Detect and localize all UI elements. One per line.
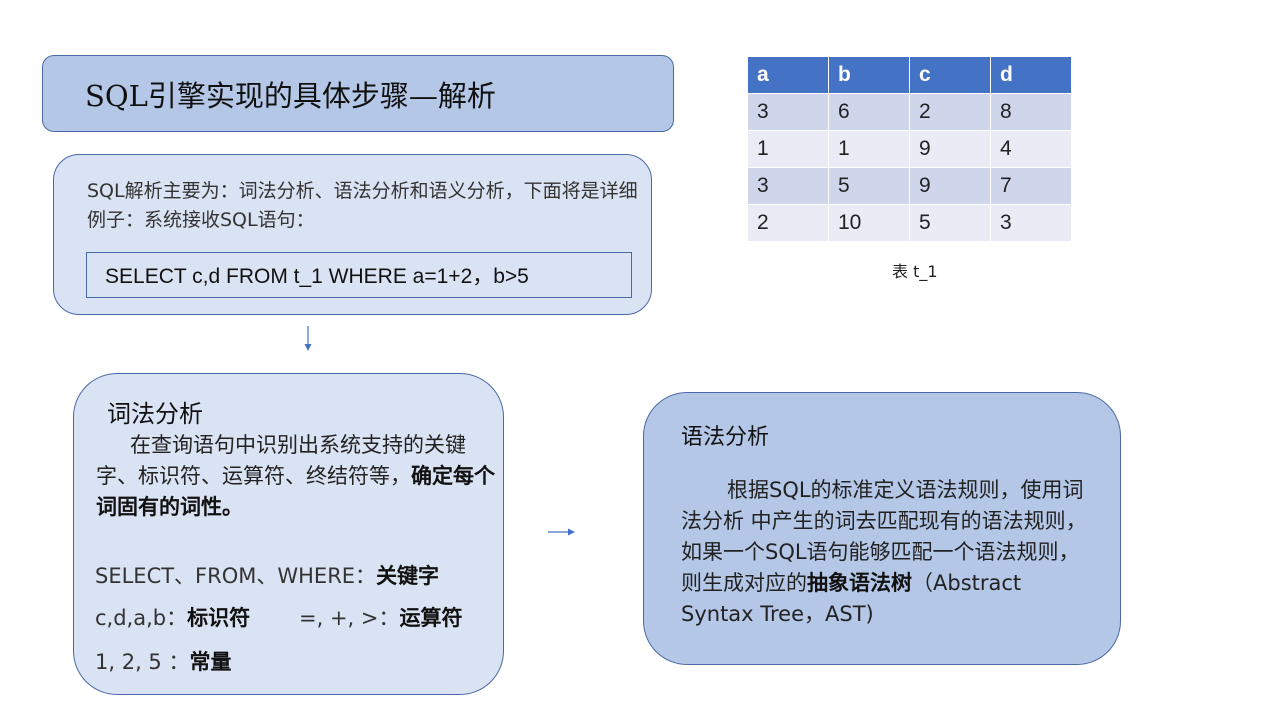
table-cell: 9 bbox=[909, 167, 991, 205]
table-cell: 3 bbox=[747, 93, 829, 131]
keyword-example-terms: SELECT、FROM、WHERE： bbox=[95, 564, 377, 588]
table-header-row: a b c d bbox=[747, 56, 1072, 94]
table-cell: 3 bbox=[747, 167, 829, 205]
arrow-right-icon bbox=[548, 528, 575, 536]
identifier-example: c,d,a,b：标识符 bbox=[95, 602, 250, 632]
table-header-cell: b bbox=[828, 56, 910, 94]
table-cell: 1 bbox=[828, 130, 910, 168]
operator-example-terms: =, +, >： bbox=[299, 606, 400, 630]
sql-statement-box: SELECT c,d FROM t_1 WHERE a=1+2，b>5 bbox=[86, 252, 632, 298]
operator-example: =, +, >：运算符 bbox=[299, 602, 463, 632]
table-caption: 表 t_1 bbox=[892, 262, 938, 281]
identifier-example-label: 标识符 bbox=[187, 606, 251, 630]
syntax-analysis-box: 语法分析 根据SQL的标准定义语法规则，使用词法分析 中产生的词去匹配现有的语法… bbox=[643, 392, 1121, 665]
slide-title: SQL引擎实现的具体步骤—解析 bbox=[85, 78, 496, 113]
table-cell: 9 bbox=[909, 130, 991, 168]
table-row: 3 6 2 8 bbox=[747, 93, 1072, 131]
lexical-analysis-box: 词法分析 在查询语句中识别出系统支持的关键字、标识符、运算符、终结符等，确定每个… bbox=[73, 373, 504, 695]
table-cell: 7 bbox=[990, 167, 1072, 205]
table-t1: a b c d 3 6 2 8 1 1 9 4 3 5 9 7 2 10 5 3 bbox=[747, 56, 1072, 242]
intro-box: SQL解析主要为：词法分析、语法分析和语义分析，下面将是详细例子：系统接收SQL… bbox=[53, 154, 652, 315]
identifier-example-terms: c,d,a,b： bbox=[95, 606, 188, 630]
table-cell: 1 bbox=[747, 130, 829, 168]
constant-example-label: 常量 bbox=[189, 650, 232, 674]
syntax-description: 根据SQL的标准定义语法规则，使用词法分析 中产生的词去匹配现有的语法规则，如果… bbox=[681, 475, 1093, 630]
intro-text: SQL解析主要为：词法分析、语法分析和语义分析，下面将是详细例子：系统接收SQL… bbox=[87, 180, 638, 231]
operator-example-label: 运算符 bbox=[399, 606, 463, 630]
table-cell: 4 bbox=[990, 130, 1072, 168]
table-cell: 8 bbox=[990, 93, 1072, 131]
table-header-cell: a bbox=[747, 56, 829, 94]
slide-title-box: SQL引擎实现的具体步骤—解析 bbox=[42, 55, 674, 132]
arrow-down-icon bbox=[304, 326, 312, 351]
table-header-cell: d bbox=[990, 56, 1072, 94]
table-cell: 2 bbox=[909, 93, 991, 131]
table-cell: 3 bbox=[990, 204, 1072, 242]
syntax-heading: 语法分析 bbox=[681, 425, 770, 450]
table-row: 3 5 9 7 bbox=[747, 167, 1072, 205]
table-cell: 6 bbox=[828, 93, 910, 131]
table-cell: 5 bbox=[909, 204, 991, 242]
lexical-heading: 词法分析 bbox=[107, 400, 203, 428]
syntax-description-emphasis: 抽象语法树 bbox=[807, 571, 912, 595]
keyword-example-label: 关键字 bbox=[376, 564, 440, 588]
constant-example-terms: 1, 2, 5 ： bbox=[95, 650, 190, 674]
table-cell: 2 bbox=[747, 204, 829, 242]
table-cell: 5 bbox=[828, 167, 910, 205]
table-row: 2 10 5 3 bbox=[747, 204, 1072, 242]
constant-example: 1, 2, 5 ：常量 bbox=[95, 646, 231, 676]
sql-statement: SELECT c,d FROM t_1 WHERE a=1+2，b>5 bbox=[105, 265, 529, 288]
lexical-description: 在查询语句中识别出系统支持的关键字、标识符、运算符、终结符等，确定每个词固有的词… bbox=[96, 430, 496, 523]
table-cell: 10 bbox=[828, 204, 910, 242]
keyword-example: SELECT、FROM、WHERE：关键字 bbox=[95, 560, 439, 590]
table-row: 1 1 9 4 bbox=[747, 130, 1072, 168]
table-header-cell: c bbox=[909, 56, 991, 94]
